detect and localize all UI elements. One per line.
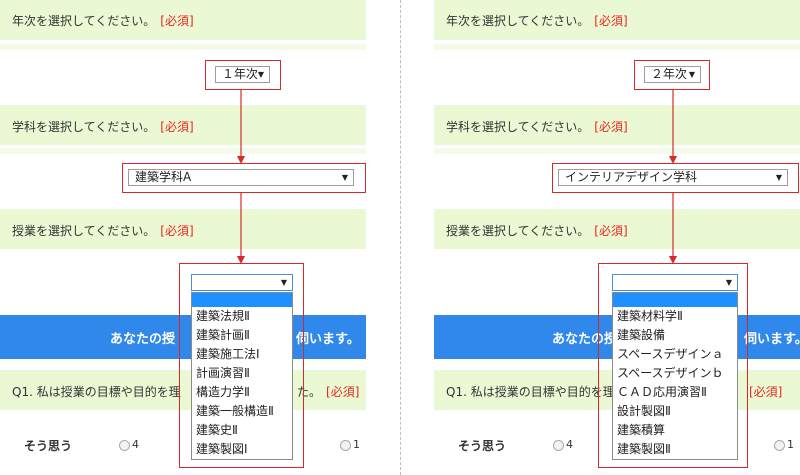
right-form-panel: 年次を選択してください。 [必須] ２年次 ▼ 学科を選択してください。 [必須] イ…: [434, 0, 800, 475]
connector-arrows: [237, 90, 245, 264]
connector-arrows: [669, 90, 677, 264]
panel-divider: [400, 0, 401, 475]
left-form-panel: 年次を選択してください。 [必須] １年次 ▼ 学科を選択してください。 [必須] 建…: [0, 0, 366, 475]
